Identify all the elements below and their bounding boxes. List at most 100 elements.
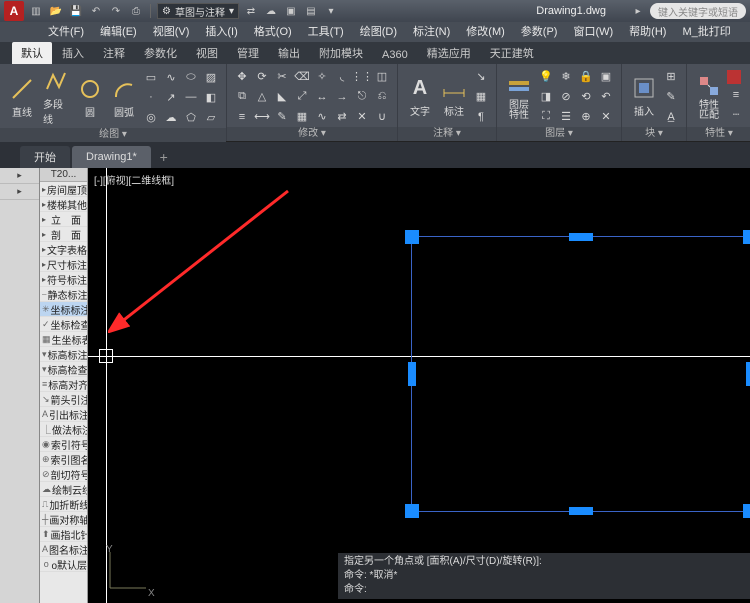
title-arrow-icon[interactable]: ▸ <box>630 3 646 19</box>
layerprops-button[interactable]: 图层 特性 <box>503 71 535 123</box>
hatch-icon[interactable]: ▨ <box>202 68 220 86</box>
ribbon-tab-annotate[interactable]: 注释 <box>94 42 134 64</box>
qat-save-icon[interactable]: 💾 <box>68 3 84 19</box>
mirror-icon[interactable]: △ <box>253 88 271 106</box>
layer-color-icon[interactable]: ▣ <box>597 68 615 86</box>
rect-icon[interactable]: ▭ <box>142 68 160 86</box>
qat-undo-icon[interactable]: ↶ <box>88 3 104 19</box>
grip-mid[interactable] <box>408 362 416 386</box>
doc-tab-start[interactable]: 开始 <box>20 146 70 168</box>
palette-item[interactable]: ▸符号标注 <box>40 272 87 287</box>
revcloud-icon[interactable]: ☁ <box>162 108 180 126</box>
grip-corner[interactable] <box>405 504 419 518</box>
layer-off-icon[interactable]: ⊘ <box>557 88 575 106</box>
overkill-icon[interactable]: ✕ <box>353 108 371 126</box>
donut-icon[interactable]: ◎ <box>142 108 160 126</box>
menu-help[interactable]: 帮助(H) <box>621 22 674 42</box>
palette-item[interactable]: ◉索引符号 <box>40 437 87 452</box>
dim-button[interactable]: 标注 <box>438 73 470 120</box>
extend-icon[interactable]: → <box>333 88 351 106</box>
menu-batchprint[interactable]: M_批打印 <box>674 22 738 42</box>
drawing-canvas[interactable]: [-][俯视][二维线框] Y X 指定另一个角点或 [面积(A)/尺寸(D)/… <box>88 168 750 603</box>
edit-block-icon[interactable]: ✎ <box>662 88 680 106</box>
matchprops-button[interactable]: 特性 匹配 <box>693 71 725 123</box>
edit-hatch-icon[interactable]: ▦ <box>293 108 311 126</box>
grip-mid[interactable] <box>569 233 593 241</box>
point-icon[interactable]: · <box>142 88 160 106</box>
ray-icon[interactable]: ↗ <box>162 88 180 106</box>
scale-icon[interactable]: ⤢ <box>293 88 311 106</box>
grip-corner[interactable] <box>743 504 750 518</box>
panel-title-draw[interactable]: 绘图 ▾ <box>0 128 226 142</box>
selected-rectangle[interactable] <box>411 236 750 512</box>
palette-item[interactable]: oo默认层 <box>40 557 87 572</box>
menu-modify[interactable]: 修改(M) <box>458 22 513 42</box>
palette-item[interactable]: ✳坐标标注 <box>40 302 87 317</box>
erase-icon[interactable]: ⌫ <box>293 68 311 86</box>
qat-share-icon[interactable]: ⇄ <box>243 3 259 19</box>
layer-lock-icon[interactable]: 🔒 <box>577 68 595 86</box>
layer-iso-icon[interactable]: ◨ <box>537 88 555 106</box>
ucs-icon[interactable]: Y X <box>102 546 152 599</box>
table-icon[interactable]: ▦ <box>472 88 490 106</box>
polyline-button[interactable]: 多段线 <box>40 66 72 128</box>
stretch-icon[interactable]: ↔ <box>313 88 331 106</box>
layer-merge-icon[interactable]: ⊕ <box>577 108 595 126</box>
palette-item[interactable]: ⊘剖切符号 <box>40 467 87 482</box>
grip-corner[interactable] <box>743 230 750 244</box>
grip-corner[interactable] <box>405 230 419 244</box>
ribbon-tab-default[interactable]: 默认 <box>12 42 52 64</box>
palette-item[interactable]: ☁绘制云线 <box>40 482 87 497</box>
palette-item[interactable]: ⎿做法标注 <box>40 422 87 437</box>
circle-button[interactable]: 圆 <box>74 74 106 121</box>
leftstrip-item[interactable]: ▸ <box>0 184 39 200</box>
menu-file[interactable]: 文件(F) <box>40 22 92 42</box>
ribbon-tab-a360[interactable]: A360 <box>373 46 417 64</box>
menu-dim[interactable]: 标注(N) <box>405 22 458 42</box>
panel-title-annot[interactable]: 注释 ▾ <box>398 127 496 141</box>
menu-draw[interactable]: 绘图(D) <box>352 22 405 42</box>
attr-icon[interactable]: A̲ <box>662 108 680 126</box>
ribbon-tab-parametric[interactable]: 参数化 <box>135 42 186 64</box>
palette-item[interactable]: ▸尺寸标注 <box>40 257 87 272</box>
menu-view[interactable]: 视图(V) <box>145 22 198 42</box>
layer-on-icon[interactable]: 💡 <box>537 68 555 86</box>
qat-print-icon[interactable]: ⎙ <box>128 3 144 19</box>
doc-tab-add[interactable]: + <box>153 146 175 168</box>
layer-freeze-icon[interactable]: ❄ <box>557 68 575 86</box>
leftstrip-item[interactable]: ▸ <box>0 168 39 184</box>
text-button[interactable]: A文字 <box>404 73 436 120</box>
panel-title-block[interactable]: 块 ▾ <box>622 127 686 141</box>
ribbon-tab-insert[interactable]: 插入 <box>53 42 93 64</box>
trim-icon[interactable]: ✂ <box>273 68 291 86</box>
fillet-icon[interactable]: ◟ <box>333 68 351 86</box>
break-icon[interactable]: ⎋ <box>353 88 371 106</box>
qat-ext2-icon[interactable]: ▤ <box>303 3 319 19</box>
line-button[interactable]: 直线 <box>6 74 38 121</box>
insert-button[interactable]: 插入 <box>628 73 660 120</box>
move-icon[interactable]: ✥ <box>233 68 251 86</box>
reverse-icon[interactable]: ⇄ <box>333 108 351 126</box>
lengthen-icon[interactable]: ⟷ <box>253 108 271 126</box>
chamfer-icon[interactable]: ◣ <box>273 88 291 106</box>
palette-item[interactable]: ⊕索引图名 <box>40 452 87 467</box>
ellipse-icon[interactable]: ⬭ <box>182 68 200 86</box>
panel-title-layer[interactable]: 图层 ▾ <box>497 127 621 141</box>
palette-item[interactable]: ⎯静态标注 <box>40 287 87 302</box>
qat-ext1-icon[interactable]: ▣ <box>283 3 299 19</box>
panel-title-modify[interactable]: 修改 ▾ <box>227 127 397 141</box>
palette-item[interactable]: ▸剖 面 <box>40 227 87 242</box>
layer-state-icon[interactable]: ⛶ <box>537 108 555 126</box>
palette-item[interactable]: ▾标高检查 <box>40 362 87 377</box>
palette-item[interactable]: ▾标高标注 <box>40 347 87 362</box>
offset-icon[interactable]: ◫ <box>373 68 391 86</box>
palette-item[interactable]: ⬆画指北针 <box>40 527 87 542</box>
edit-pline-icon[interactable]: ✎ <box>273 108 291 126</box>
ribbon-tab-output[interactable]: 输出 <box>269 42 309 64</box>
grip-mid[interactable] <box>746 362 750 386</box>
xline-icon[interactable]: — <box>182 88 200 106</box>
qat-dropdown-icon[interactable]: ▾ <box>323 3 339 19</box>
command-line[interactable]: 指定另一个角点或 [面积(A)/尺寸(D)/旋转(R)]: 命令: *取消* 命… <box>338 553 750 599</box>
qat-new-icon[interactable]: ▥ <box>28 3 44 19</box>
explode-icon[interactable]: ✧ <box>313 68 331 86</box>
